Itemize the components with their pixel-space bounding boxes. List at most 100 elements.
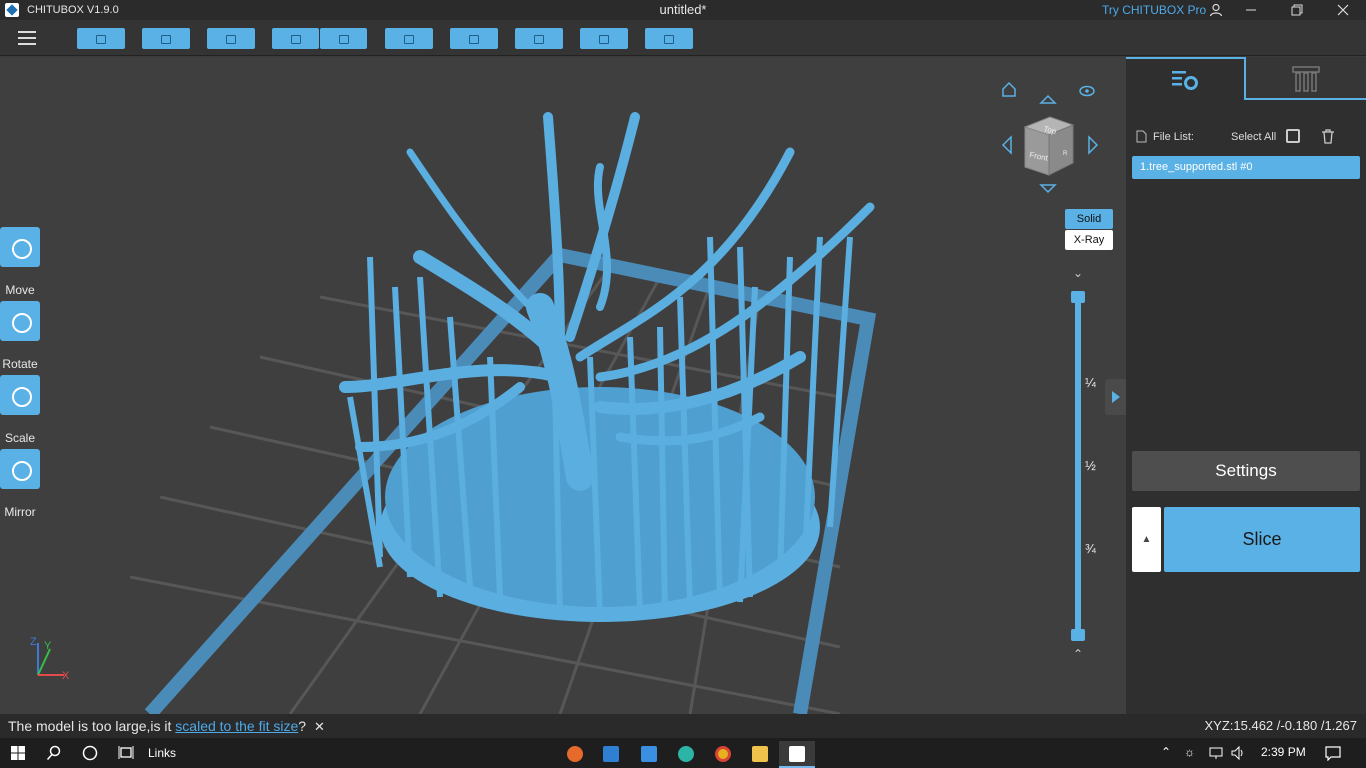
slider-quarter-mark: ¼ xyxy=(1085,375,1096,390)
view-down-arrow-icon xyxy=(1039,184,1057,194)
mirror-tool[interactable]: Mirror xyxy=(0,449,40,519)
chrome-icon xyxy=(715,746,731,762)
scale-to-fit-link[interactable]: scaled to the fit size xyxy=(175,718,298,734)
xray-mode-button[interactable]: X-Ray xyxy=(1065,230,1113,250)
list-gear-icon xyxy=(1172,71,1198,90)
view-up-arrow-icon xyxy=(1039,94,1057,104)
chitubox-window: CHITUBOX V1.9.0 untitled* Try CHITUBOX P… xyxy=(0,0,1366,768)
file-list-header: File List: Select All xyxy=(1136,129,1361,147)
minimize-icon[interactable] xyxy=(1236,0,1266,20)
save-button[interactable] xyxy=(142,28,190,49)
links-toolbar-label[interactable]: Links xyxy=(148,746,176,760)
folder-icon xyxy=(752,746,768,762)
dismiss-close-icon[interactable]: ✕ xyxy=(314,719,325,734)
move-tool[interactable]: Move xyxy=(0,227,40,297)
try-pro-link[interactable]: Try CHITUBOX Pro xyxy=(1102,3,1206,17)
arrange-button[interactable] xyxy=(450,28,498,49)
slider-half-mark: ½ xyxy=(1085,458,1096,473)
hollow-button[interactable] xyxy=(580,28,628,49)
mail-taskbar-button[interactable] xyxy=(631,741,667,768)
view-left-arrow-icon xyxy=(1001,135,1012,155)
move-label: Move xyxy=(5,283,35,297)
action-center-icon[interactable] xyxy=(1325,745,1341,761)
right-panel: File List: Select All 1.tree_supported.s… xyxy=(1126,57,1366,714)
firefox-icon xyxy=(567,746,583,762)
task-view-icon[interactable] xyxy=(118,745,134,761)
save-icon xyxy=(161,34,171,44)
close-icon[interactable] xyxy=(1328,0,1358,20)
layer-slider-bottom-handle[interactable] xyxy=(1071,629,1085,641)
brightness-icon[interactable]: ☼ xyxy=(1184,745,1195,759)
undo-button[interactable] xyxy=(272,28,319,49)
edge-icon xyxy=(678,746,694,762)
clock-time[interactable]: 2:39 PM xyxy=(1261,745,1306,759)
panel-collapse-tab[interactable] xyxy=(1105,379,1126,415)
view-right-arrow-icon xyxy=(1088,135,1099,155)
support-icon xyxy=(534,34,544,44)
hamburger-menu-icon[interactable] xyxy=(18,31,36,45)
tray-overflow-chevron-icon[interactable]: ⌃ xyxy=(1161,745,1171,759)
layer-slider-top-handle[interactable] xyxy=(1071,291,1085,303)
support-button[interactable] xyxy=(515,28,563,49)
scale-label: Scale xyxy=(4,431,36,445)
user-icon[interactable] xyxy=(1201,0,1231,20)
redo-icon xyxy=(338,34,349,44)
main-toolbar xyxy=(0,20,1366,56)
store-icon xyxy=(603,746,619,762)
chrome-taskbar-button[interactable] xyxy=(705,741,741,768)
printer-icon xyxy=(1292,66,1320,92)
windows-taskbar: Links ⌃ ☼ 2:39 PM xyxy=(0,738,1366,768)
select-all-checkbox[interactable] xyxy=(1286,129,1300,143)
slice-button[interactable]: Slice xyxy=(1164,507,1360,572)
axis-x-label: X xyxy=(62,670,70,682)
select-all-label: Select All xyxy=(1231,131,1277,143)
status-message: The model is too large,is it scaled to t… xyxy=(8,718,325,735)
file-list-item[interactable]: 1.tree_supported.stl #0 xyxy=(1132,156,1360,179)
open-file-icon xyxy=(96,34,106,44)
restore-icon[interactable] xyxy=(1282,0,1312,20)
xyz-coordinates: XYZ:15.462 /-0.180 /1.267 xyxy=(1204,718,1358,733)
3d-viewport[interactable]: Move Rotate Scale Mirror Z Y X Top Front… xyxy=(0,57,1126,714)
firefox-taskbar-button[interactable] xyxy=(557,741,593,768)
store-taskbar-button[interactable] xyxy=(593,741,629,768)
trash-icon[interactable] xyxy=(1321,129,1335,144)
chevron-up-icon[interactable]: ⌃ xyxy=(1073,647,1083,661)
copy-icon xyxy=(404,34,414,44)
rotate-tool[interactable]: Rotate xyxy=(0,301,40,371)
file-explorer-taskbar-button[interactable] xyxy=(742,741,778,768)
screenshot-button[interactable] xyxy=(207,28,255,49)
volume-icon[interactable] xyxy=(1230,745,1246,761)
axes-gizmo: Z Y X xyxy=(30,636,70,682)
chitubox-taskbar-button[interactable] xyxy=(779,741,815,768)
settings-button[interactable]: Settings xyxy=(1132,451,1360,491)
slice-options-toggle[interactable]: ▲ xyxy=(1132,507,1161,572)
search-icon[interactable] xyxy=(46,745,62,761)
cortana-icon[interactable] xyxy=(82,745,98,761)
chevron-down-icon[interactable]: ⌄ xyxy=(1073,266,1083,280)
undo-icon xyxy=(290,34,301,44)
mail-icon xyxy=(641,746,657,762)
windows-start-icon[interactable] xyxy=(10,745,26,761)
move-icon[interactable] xyxy=(0,227,40,267)
redo-button[interactable] xyxy=(320,28,367,49)
view-cube-navigator[interactable]: Top Front R xyxy=(995,79,1105,199)
copy-button[interactable] xyxy=(385,28,433,49)
slider-three-quarter-mark: ¾ xyxy=(1085,541,1096,556)
file-list-label: File List: xyxy=(1153,131,1194,143)
solid-mode-button[interactable]: Solid xyxy=(1065,209,1113,229)
rotate-icon[interactable] xyxy=(0,301,40,341)
tab-model-settings[interactable] xyxy=(1126,57,1246,100)
scale-icon[interactable] xyxy=(0,375,40,415)
edge-taskbar-button[interactable] xyxy=(668,741,704,768)
axis-z-label: Z xyxy=(30,636,37,648)
layer-slider-track[interactable] xyxy=(1075,297,1081,637)
title-bar: CHITUBOX V1.9.0 untitled* Try CHITUBOX P… xyxy=(0,0,1366,20)
tab-printer-settings[interactable] xyxy=(1246,57,1366,100)
build-plate-scene xyxy=(129,112,877,714)
scale-tool[interactable]: Scale xyxy=(0,375,40,445)
network-icon[interactable] xyxy=(1208,745,1224,761)
rotate-label: Rotate xyxy=(2,357,38,371)
dig-hole-button[interactable] xyxy=(645,28,693,49)
mirror-icon[interactable] xyxy=(0,449,40,489)
open-file-button[interactable] xyxy=(77,28,125,49)
